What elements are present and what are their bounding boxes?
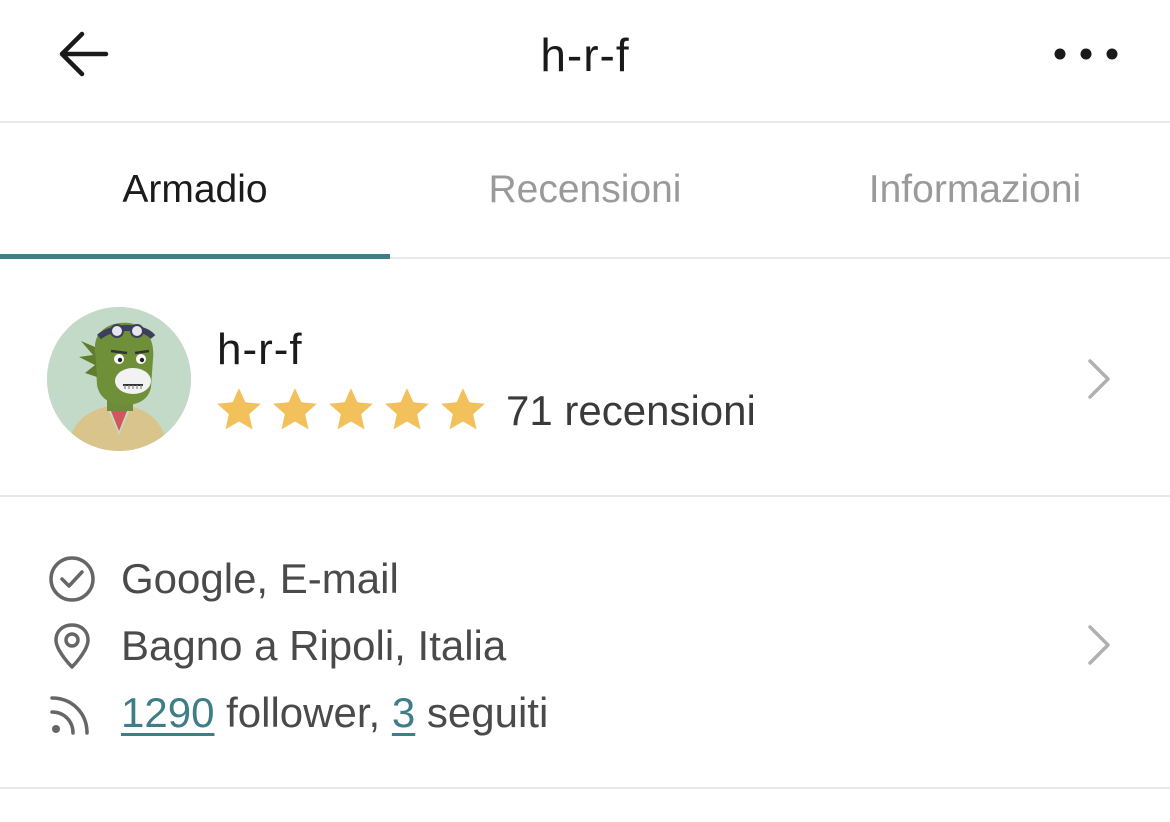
profile-summary-row[interactable]: h-r-f 71 recensioni — [0, 259, 1170, 497]
profile-username: h-r-f — [217, 325, 303, 374]
verified-label: Google, E-mail — [121, 555, 399, 602]
profile-info-section[interactable]: Google, E-mail Bagno a Ripoli, Italia 12… — [0, 497, 1170, 789]
tab-recensioni[interactable]: Recensioni — [390, 123, 780, 257]
followers-count-link[interactable]: 1290 — [121, 689, 214, 737]
tab-label: Informazioni — [868, 168, 1082, 211]
verified-row: Google, E-mail — [47, 553, 399, 605]
chevron-right-icon — [1088, 625, 1110, 665]
star-icon — [217, 388, 261, 430]
location-label: Bagno a Ripoli, Italia — [121, 622, 507, 669]
rating-stars — [214, 385, 488, 435]
rss-feed-icon — [50, 696, 89, 735]
more-options-button[interactable] — [1046, 30, 1126, 78]
tab-label: Recensioni — [488, 168, 682, 211]
check-circle-icon — [49, 556, 95, 602]
star-icon — [329, 388, 373, 430]
following-count-link[interactable]: 3 — [392, 689, 415, 737]
tab-informazioni[interactable]: Informazioni — [780, 123, 1170, 257]
tab-armadio[interactable]: Armadio — [0, 123, 390, 257]
page-title: h-r-f — [540, 29, 630, 81]
following-label: seguiti — [426, 689, 549, 736]
avatar-image — [47, 307, 191, 451]
star-icon — [385, 388, 429, 430]
tab-label: Armadio — [122, 168, 268, 211]
followers-row: 1290 follower, 3 seguiti — [47, 687, 548, 739]
review-count: 71 recensioni — [506, 387, 756, 434]
top-bar: h-r-f — [0, 0, 1170, 123]
profile-tabs: Armadio Recensioni Informazioni — [0, 123, 1170, 259]
more-horizontal-icon — [1054, 48, 1118, 60]
followers-label: follower, — [226, 689, 381, 736]
avatar[interactable] — [47, 307, 191, 451]
location-pin-icon — [54, 623, 90, 669]
chevron-right-icon — [1088, 359, 1110, 399]
location-row: Bagno a Ripoli, Italia — [47, 620, 506, 672]
star-icon — [273, 388, 317, 430]
star-icon — [441, 388, 485, 430]
